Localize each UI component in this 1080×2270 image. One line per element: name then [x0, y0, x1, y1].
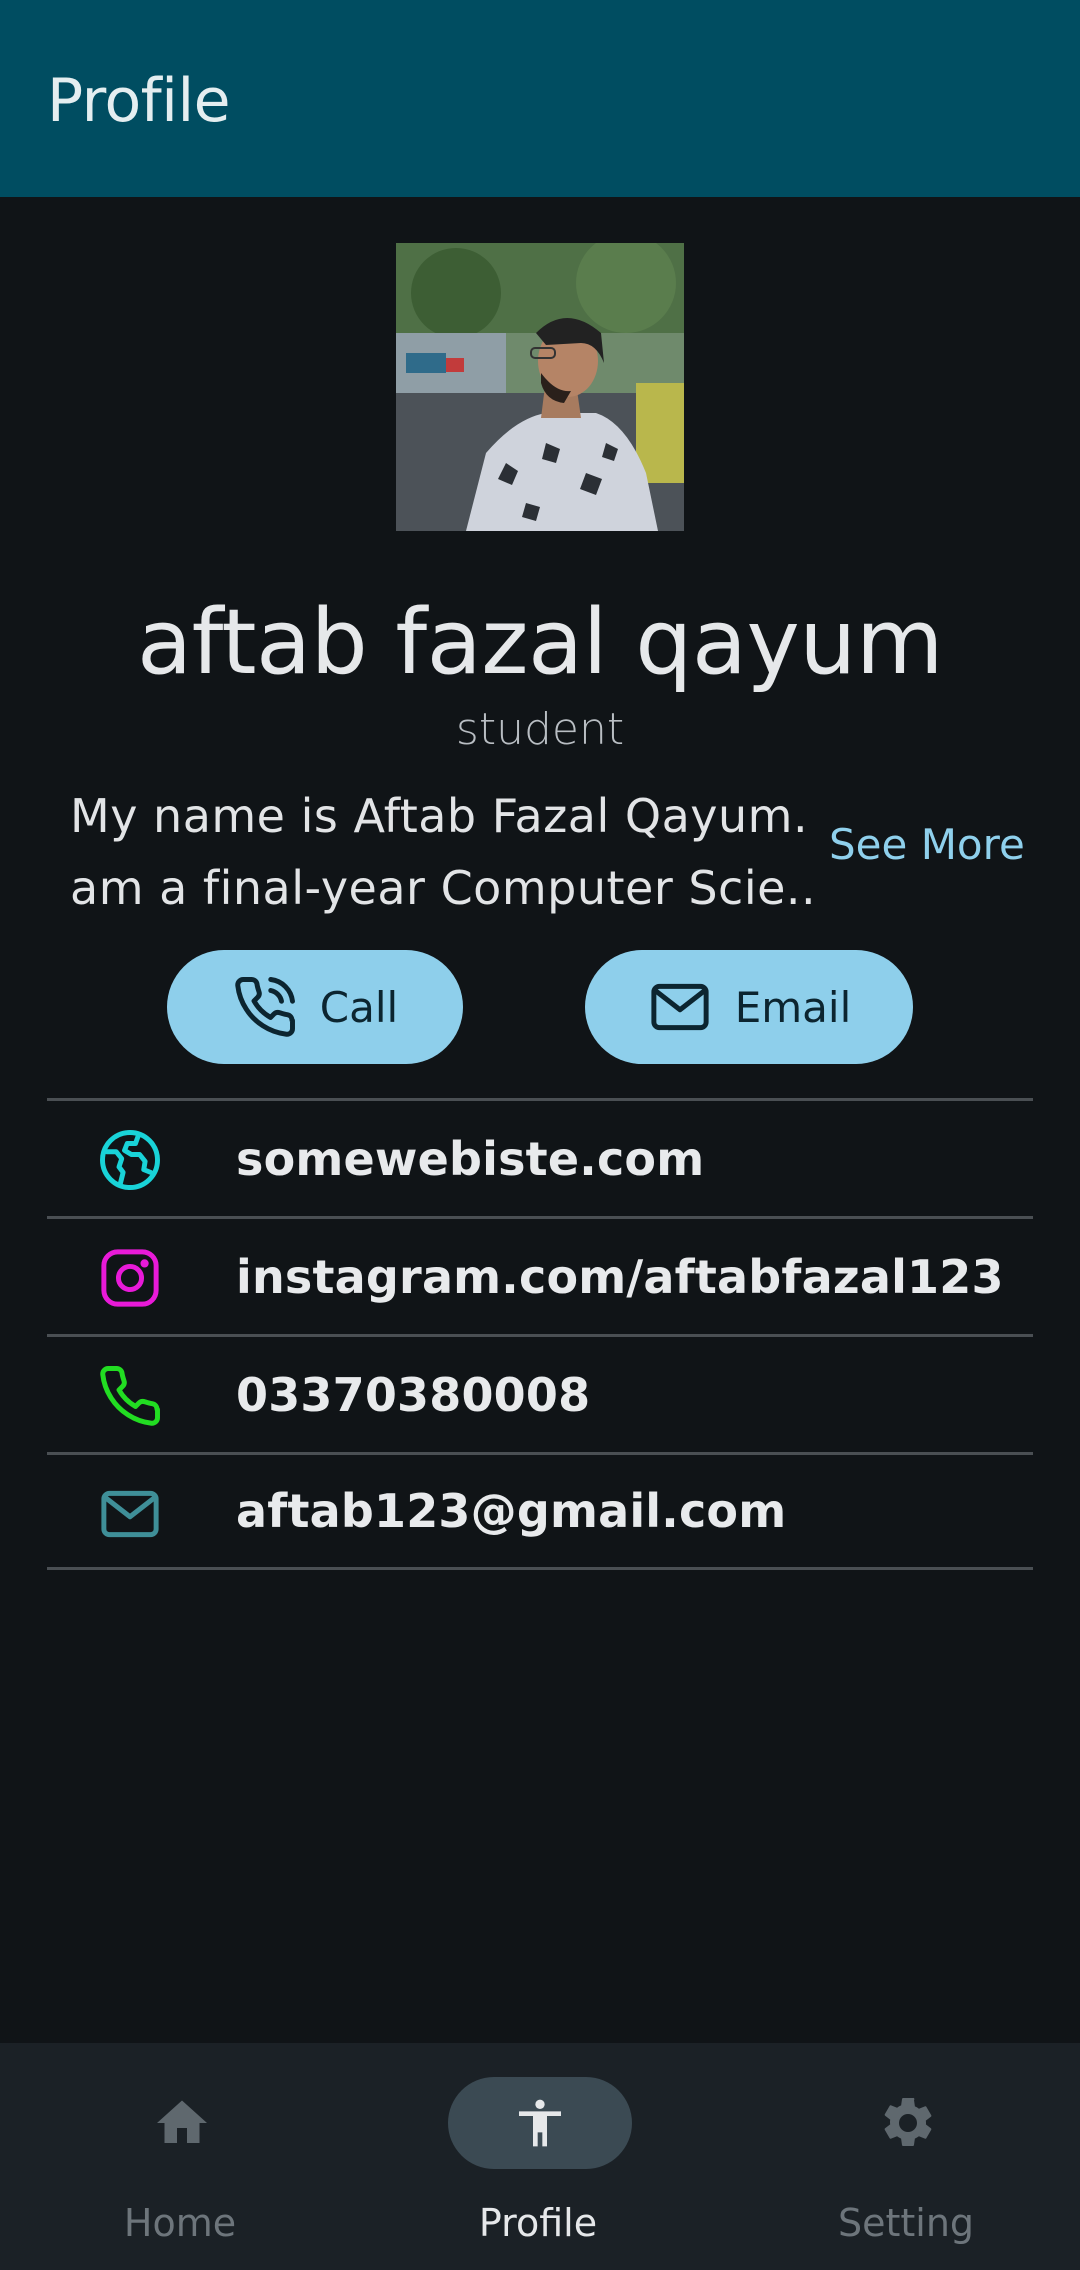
home-icon	[157, 2100, 207, 2143]
profile-bio: My name is Aftab Fazal Qayum. I am a fin…	[70, 780, 820, 924]
contact-text: aftab123@gmail.com	[236, 1484, 787, 1538]
nav-label-profile: Profile	[478, 2201, 598, 2245]
phone-icon	[97, 1363, 163, 1429]
call-button-label: Call	[319, 982, 399, 1032]
top-app-bar: Profile	[0, 0, 1080, 197]
accessibility-icon	[519, 2099, 561, 2147]
contact-row-instagram[interactable]: instagram.com/aftabfazal123	[47, 1216, 1033, 1334]
contact-list: somewebiste.com instagram.com/aftabfazal…	[47, 1098, 1033, 1570]
email-button-label: Email	[734, 982, 852, 1032]
nav-item-home[interactable]: Home	[0, 2043, 360, 2270]
page-title: Profile	[47, 66, 231, 136]
avatar	[396, 243, 684, 531]
mail-icon	[651, 983, 709, 1031]
nav-item-setting[interactable]: Setting	[726, 2043, 1080, 2270]
bottom-navigation-bar: Home Profile Setting	[0, 2043, 1080, 2270]
nav-item-profile[interactable]: Profile	[358, 2043, 718, 2270]
contact-row-website[interactable]: somewebiste.com	[47, 1098, 1033, 1216]
email-button[interactable]: Email	[585, 950, 913, 1064]
nav-home-indicator	[90, 2077, 274, 2169]
contact-row-phone[interactable]: 03370380008	[47, 1334, 1033, 1452]
call-button[interactable]: Call	[167, 950, 463, 1064]
phone-call-icon	[235, 977, 295, 1037]
globe-icon	[97, 1127, 163, 1193]
nav-setting-indicator	[816, 2077, 1000, 2169]
contact-text: somewebiste.com	[236, 1131, 705, 1186]
nav-label-setting: Setting	[837, 2201, 975, 2245]
gear-icon	[884, 2097, 932, 2146]
contact-text: 03370380008	[236, 1367, 591, 1422]
profile-name: aftab fazal qayum	[136, 590, 944, 695]
bio-line-1: My name is Aftab Fazal Qayum. I	[70, 789, 820, 843]
mail-icon	[97, 1481, 163, 1547]
bio-line-2: am a final-year Computer Scie...	[70, 861, 820, 915]
nav-profile-indicator	[448, 2077, 632, 2169]
contact-text: instagram.com/aftabfazal123	[236, 1249, 1004, 1304]
profile-role: student	[455, 704, 625, 755]
contact-row-email[interactable]: aftab123@gmail.com	[47, 1452, 1033, 1570]
see-more-link[interactable]: See More	[829, 820, 1025, 869]
instagram-icon	[97, 1245, 163, 1311]
nav-label-home: Home	[123, 2201, 237, 2245]
